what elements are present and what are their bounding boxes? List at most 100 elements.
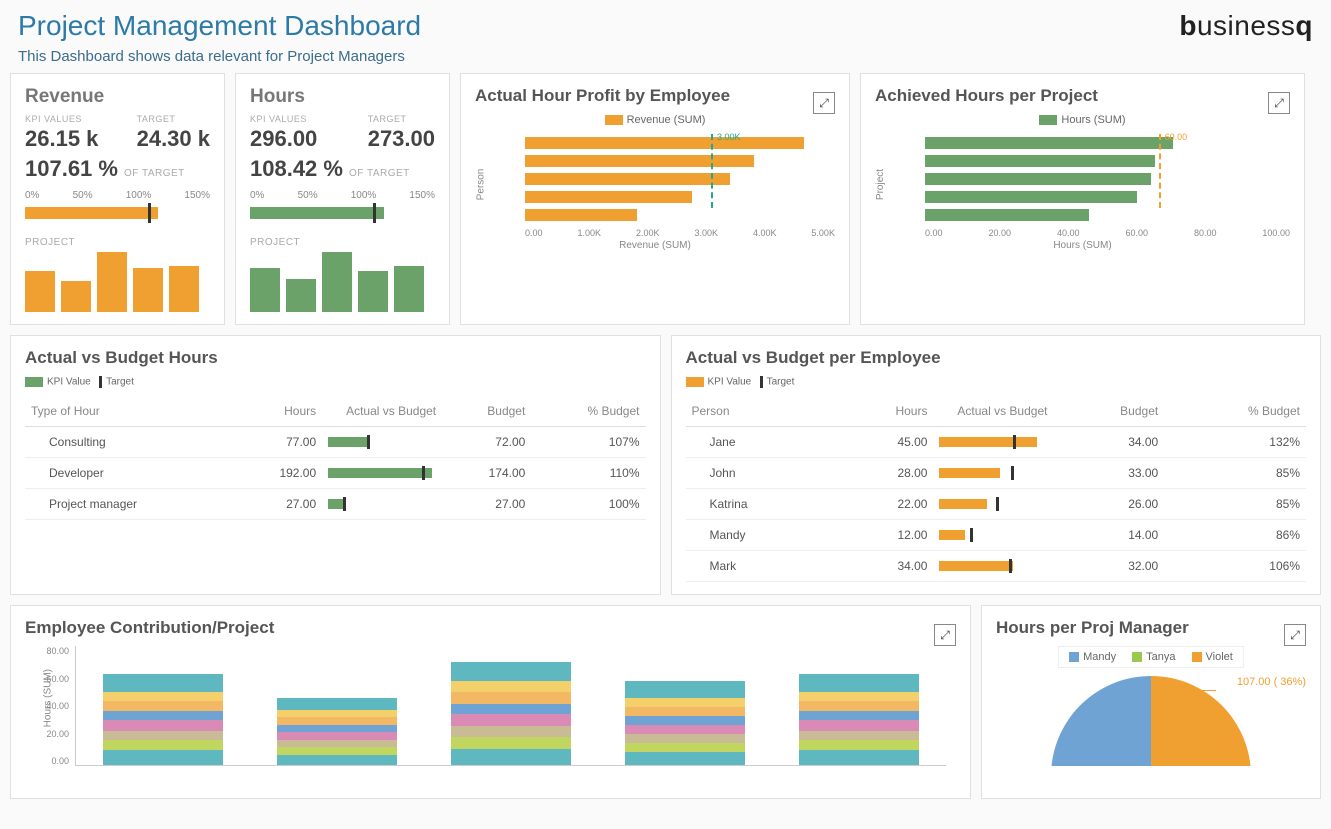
- bullet-chart: [328, 497, 436, 511]
- gauge: [250, 203, 435, 223]
- table-row: John 28.00 33.00 85%: [686, 458, 1307, 489]
- cell-budget: 27.00: [442, 489, 531, 520]
- cell-label: Project manager: [25, 489, 235, 520]
- mini-label: PROJECT: [250, 237, 435, 248]
- kpi-values-label: KPI VALUES: [25, 114, 98, 124]
- stack-segment: [277, 698, 397, 710]
- kpi-hours-card: Hours KPI VALUES296.00 TARGET273.00 108.…: [235, 73, 450, 325]
- y-axis-title: Person: [475, 169, 486, 201]
- hbar-area: Project Project 3 Project 5 Project 1 Pr…: [875, 134, 1290, 224]
- stack-segment: [625, 707, 745, 716]
- stacked-area: Hours (SUM) 80.0060.0040.0020.000.00: [25, 646, 956, 786]
- data-table: PersonHoursActual vs BudgetBudget% Budge…: [686, 396, 1307, 582]
- col-header: Person: [686, 396, 837, 427]
- kpi-revenue-card: Revenue KPI VALUES26.15 k TARGET24.30 k …: [10, 73, 225, 325]
- page-header: Project Management Dashboard This Dashbo…: [10, 10, 1321, 65]
- hbar-row: Project 4: [925, 188, 1290, 206]
- hour-profit-card: Actual Hour Profit by Employee ⤢ Revenue…: [460, 73, 850, 325]
- cell-label: Consulting: [25, 427, 235, 458]
- mini-bars: [25, 252, 210, 312]
- table-row: Developer 192.00 174.00 110%: [25, 458, 646, 489]
- logo: businessq: [1179, 10, 1313, 42]
- kpi-value: 26.15 k: [25, 126, 98, 152]
- table-row: Mark 34.00 32.00 106%: [686, 551, 1307, 582]
- expand-icon[interactable]: ⤢: [1268, 92, 1290, 114]
- stacked-bar: [451, 662, 571, 766]
- stack-segment: [451, 714, 571, 726]
- reference-label: 60.00: [1165, 132, 1188, 142]
- mini-bars: [250, 252, 435, 312]
- gauge-ticks: 0%50%100%150%: [250, 190, 435, 201]
- bullet-chart: [939, 466, 1047, 480]
- stack-segment: [277, 755, 397, 766]
- cell-pct: 85%: [1164, 489, 1306, 520]
- kpi-target: 24.30 k: [137, 126, 210, 152]
- stack-segment: [277, 717, 397, 725]
- achieved-hours-card: Achieved Hours per Project ⤢ Hours (SUM)…: [860, 73, 1305, 325]
- hbar-row: Jane: [525, 152, 835, 170]
- chart-title: Achieved Hours per Project: [875, 86, 1290, 106]
- kpi-value: 296.00: [250, 126, 317, 152]
- stack-segment: [799, 740, 919, 751]
- expand-icon[interactable]: ⤢: [813, 92, 835, 114]
- emp-contribution-card: Employee Contribution/Project ⤢ Hours (S…: [10, 605, 971, 799]
- stack-segment: [277, 747, 397, 755]
- col-header: Hours: [836, 396, 933, 427]
- stack-segment: [103, 750, 223, 765]
- hbar: [525, 137, 804, 149]
- mini-bar: [394, 266, 424, 312]
- table-legend: KPI Value Target: [25, 376, 646, 388]
- expand-icon[interactable]: ⤢: [934, 624, 956, 646]
- table-row: Mandy 12.00 14.00 86%: [686, 520, 1307, 551]
- hbar-area: Person Tom Jane Mark Tanya Mandy 3.00K: [475, 134, 835, 224]
- hbar-row: Tanya: [525, 188, 835, 206]
- mini-bar: [97, 252, 127, 312]
- stack-segment: [799, 731, 919, 740]
- mini-bar: [250, 268, 280, 312]
- reference-line: 3.00K: [711, 134, 713, 208]
- y-axis-title: Project: [875, 169, 886, 200]
- hbar: [525, 191, 692, 203]
- bullet-chart: [328, 435, 436, 449]
- hbar-row: Tom: [525, 134, 835, 152]
- col-header: Actual vs Budget: [322, 396, 442, 427]
- gauge-ticks: 0%50%100%150%: [25, 190, 210, 201]
- x-axis-ticks: 0.0020.0040.0060.0080.00100.00: [875, 228, 1290, 238]
- hbar-row: Project 5: [925, 152, 1290, 170]
- kpi-title: Hours: [250, 86, 435, 108]
- bullet-chart: [939, 497, 1047, 511]
- stack-segment: [103, 711, 223, 720]
- cell-pct: 132%: [1164, 427, 1306, 458]
- mini-bar: [286, 279, 316, 312]
- cell-label: Developer: [25, 458, 235, 489]
- cell-hours: 192.00: [235, 458, 322, 489]
- stack-segment: [103, 740, 223, 751]
- page-title: Project Management Dashboard: [18, 10, 421, 42]
- col-header: % Budget: [531, 396, 645, 427]
- y-ticks: 80.0060.0040.0020.000.00: [25, 646, 69, 766]
- stack-segment: [799, 674, 919, 692]
- mini-bar: [61, 281, 91, 312]
- mini-bar: [169, 266, 199, 312]
- mini-bar: [358, 271, 388, 312]
- stack-segment: [799, 692, 919, 701]
- cell-pct: 110%: [531, 458, 645, 489]
- stack-segment: [277, 725, 397, 733]
- pie-chart: [1051, 676, 1251, 766]
- expand-icon[interactable]: ⤢: [1284, 624, 1306, 646]
- hbar-row: Mandy: [525, 206, 835, 224]
- chart-title: Actual Hour Profit by Employee: [475, 86, 835, 106]
- cell-label: Jane: [686, 427, 837, 458]
- stack-segment: [799, 711, 919, 720]
- x-axis-ticks: 0.001.00K2.00K3.00K4.00K5.00K: [475, 228, 835, 238]
- stack-segment: [451, 681, 571, 692]
- bullet-chart: [939, 435, 1047, 449]
- cell-label: John: [686, 458, 837, 489]
- hours-pm-card: Hours per Proj Manager ⤢ MandyTanyaViole…: [981, 605, 1321, 799]
- stacked-bar: [799, 674, 919, 766]
- cell-hours: 27.00: [235, 489, 322, 520]
- chart-title: Actual vs Budget Hours: [25, 348, 646, 368]
- pie-leader-line: [1156, 690, 1216, 691]
- stack-segment: [799, 720, 919, 731]
- mini-bar: [322, 252, 352, 312]
